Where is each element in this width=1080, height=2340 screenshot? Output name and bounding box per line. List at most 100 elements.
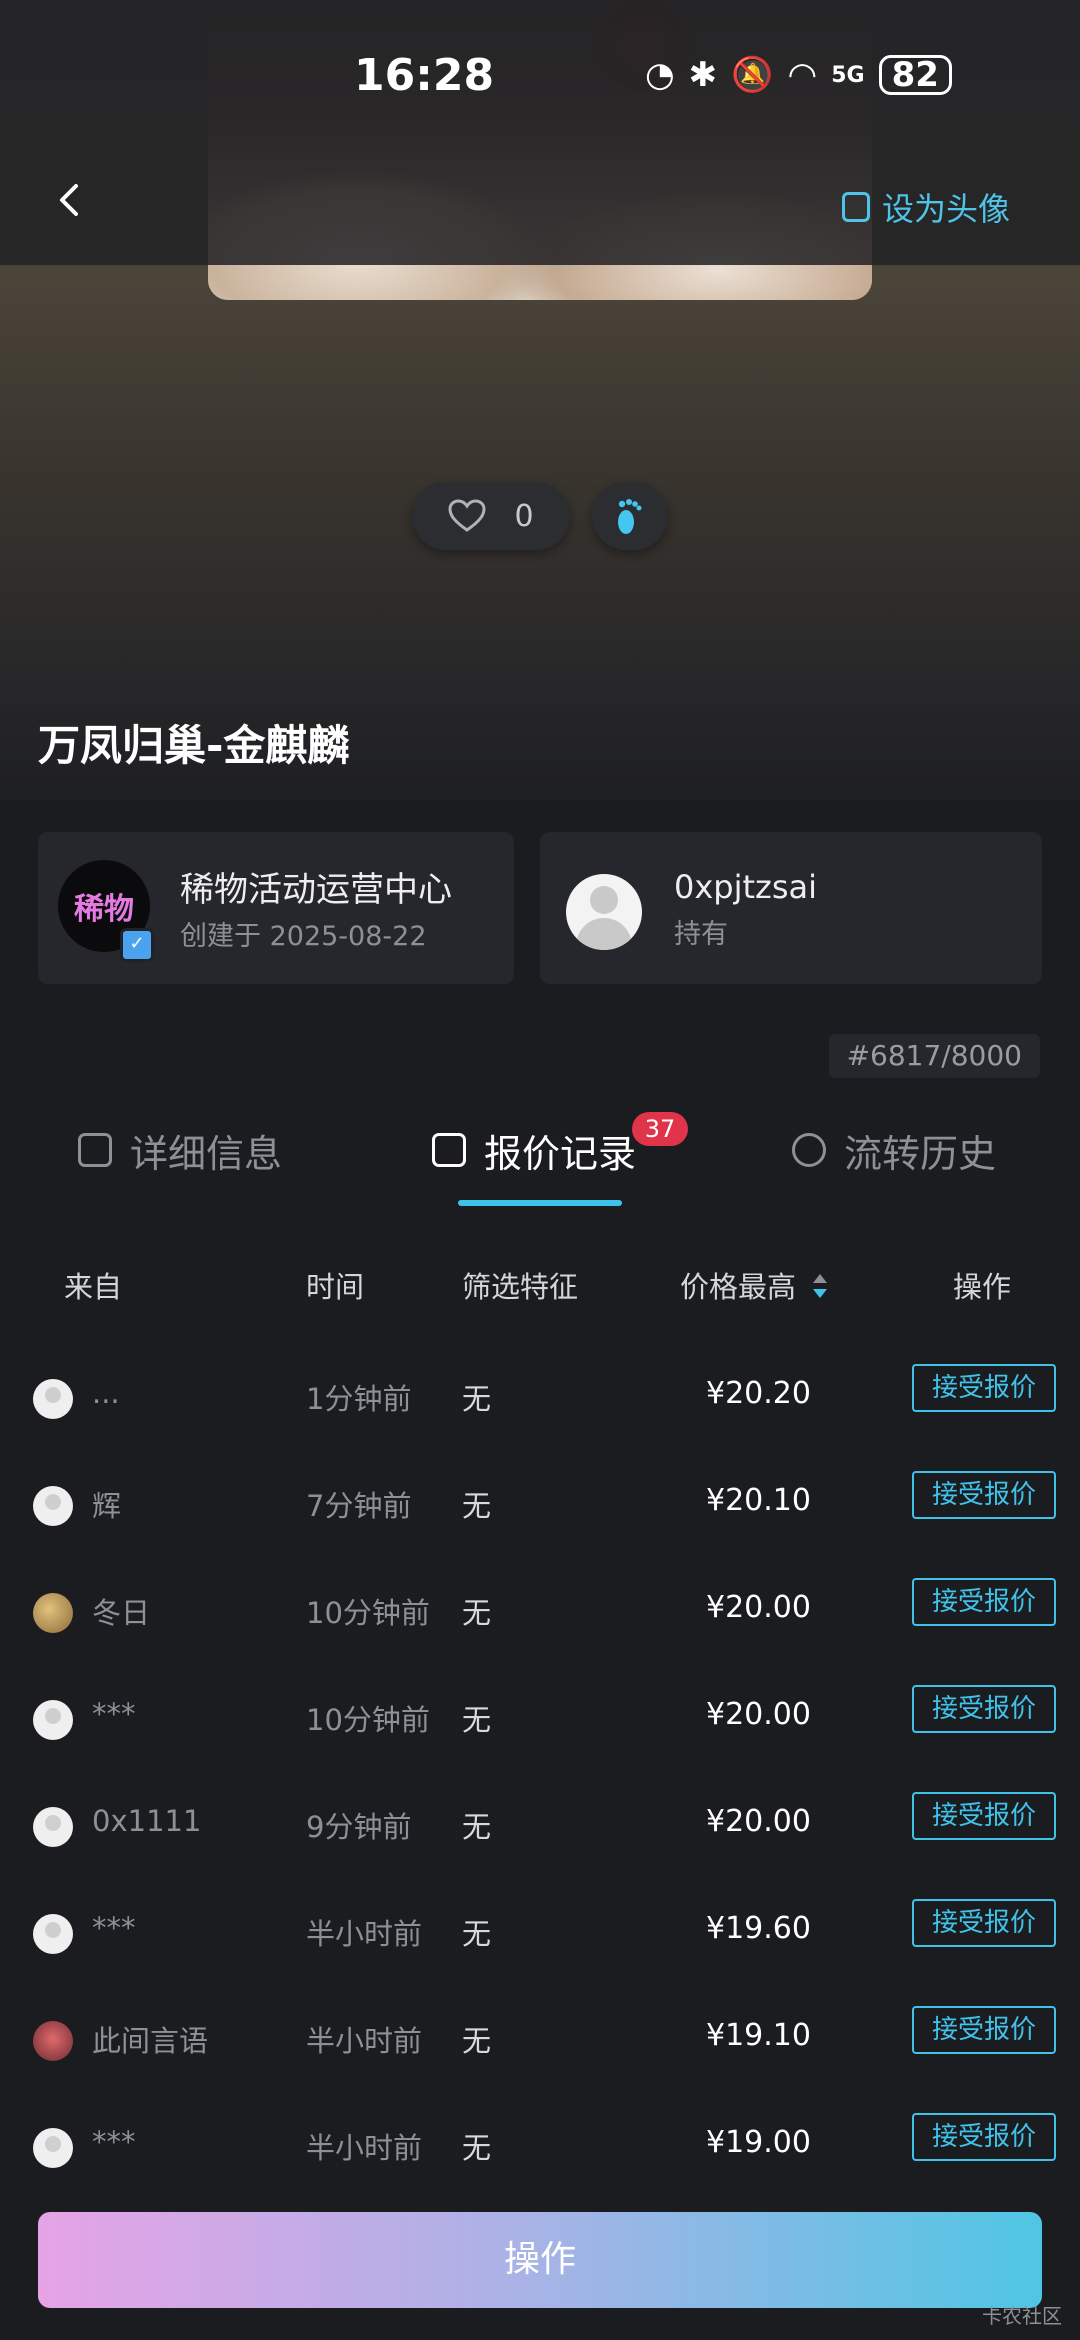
serial-number: #6817/8000	[828, 1034, 1040, 1078]
creator-created-date: 创建于 2025-08-22	[180, 921, 427, 952]
header-feature[interactable]: 筛选特征	[462, 1264, 578, 1306]
offer-price: ¥19.10	[706, 2018, 811, 2053]
header-time: 时间	[306, 1270, 365, 1304]
accept-offer-button[interactable]: 接受报价	[912, 2006, 1056, 2054]
offer-feature: 无	[462, 1596, 492, 1630]
offer-price: ¥20.00	[706, 1590, 811, 1625]
verified-icon: ✓	[120, 928, 154, 962]
tab-bar: 详细信息 报价记录 流转历史	[0, 1110, 1080, 1210]
table-row: 0x1111 9分钟前 无 ¥20.00 接受报价	[0, 1788, 1080, 1895]
offer-price: ¥19.00	[706, 2125, 811, 2160]
owner-status: 持有	[674, 919, 728, 950]
like-count: 0	[514, 498, 534, 534]
bidder-name: ***	[92, 1697, 136, 1731]
offer-price: ¥20.20	[706, 1376, 811, 1411]
tab-history[interactable]: 流转历史	[792, 1110, 996, 1190]
bidder-name: 此间言语	[92, 2024, 209, 2058]
back-button[interactable]	[50, 180, 90, 220]
header-from: 来自	[64, 1270, 123, 1304]
tab-offers-label: 报价记录	[484, 1131, 637, 1176]
watermark: 卡农社区	[982, 2304, 1062, 2328]
set-avatar-label: 设为头像	[881, 190, 1010, 228]
tab-history-label: 流转历史	[844, 1131, 997, 1176]
offer-time: 7分钟前	[306, 1489, 412, 1523]
speed-icon: ◔	[645, 55, 675, 95]
heart-icon	[448, 499, 486, 532]
footprint-icon	[618, 499, 642, 534]
offer-time: 半小时前	[306, 1917, 423, 1951]
accept-offer-button[interactable]: 接受报价	[912, 1899, 1056, 1947]
table-row: 辉 7分钟前 无 ¥20.10 接受报价	[0, 1467, 1080, 1574]
accept-offer-button[interactable]: 接受报价	[912, 1578, 1056, 1626]
table-row: ... 1分钟前 无 ¥20.20 接受报价	[0, 1360, 1080, 1467]
tab-offers[interactable]: 报价记录	[432, 1110, 636, 1190]
offer-feature: 无	[462, 1917, 492, 1951]
chip-icon	[841, 192, 870, 222]
bidder-name: ...	[92, 1376, 120, 1410]
bidder-name: 0x1111	[92, 1804, 202, 1838]
set-avatar-button[interactable]: 设为头像	[841, 184, 1010, 230]
table-row: *** 半小时前 无 ¥19.60 接受报价	[0, 1895, 1080, 2002]
table-row: *** 半小时前 无 ¥19.00 接受报价	[0, 2109, 1080, 2216]
bidder-avatar	[33, 1379, 73, 1419]
bluetooth-icon: ✱	[688, 55, 718, 95]
sort-icon[interactable]	[812, 1272, 828, 1300]
bidder-avatar	[33, 2128, 73, 2168]
accept-offer-button[interactable]: 接受报价	[912, 1792, 1056, 1840]
offer-feature: 无	[462, 1703, 492, 1737]
offer-price: ¥20.10	[706, 1483, 811, 1518]
bidder-name: 冬日	[92, 1596, 151, 1630]
offer-feature: 无	[462, 1382, 492, 1416]
like-button[interactable]: 0	[412, 482, 570, 550]
offer-price: ¥20.00	[706, 1804, 811, 1839]
bidder-name: ***	[92, 2125, 136, 2159]
owner-card[interactable]: 0xpjtzsai 持有	[540, 832, 1042, 984]
offer-price: ¥20.00	[706, 1697, 811, 1732]
offer-time: 10分钟前	[306, 1703, 430, 1737]
accept-offer-button[interactable]: 接受报价	[912, 1685, 1056, 1733]
owner-avatar	[566, 874, 642, 950]
signal-icon: 5G	[831, 62, 865, 88]
offers-count-badge: 37	[632, 1112, 688, 1146]
offer-price: ¥19.60	[706, 1911, 811, 1946]
chevron-left-icon	[60, 184, 78, 216]
yen-chat-icon	[432, 1133, 466, 1167]
offer-feature: 无	[462, 1810, 492, 1844]
mute-icon: 🔕	[731, 55, 774, 95]
accept-offer-button[interactable]: 接受报价	[912, 2113, 1056, 2161]
offer-time: 半小时前	[306, 2024, 423, 2058]
active-tab-indicator	[458, 1200, 622, 1206]
footprint-button[interactable]	[592, 482, 668, 550]
bidder-name: ***	[92, 1911, 136, 1945]
offer-time: 半小时前	[306, 2131, 423, 2165]
bidder-avatar	[33, 1700, 73, 1740]
header-price[interactable]: 价格最高	[680, 1264, 796, 1306]
accept-offer-button[interactable]: 接受报价	[912, 1471, 1056, 1519]
clock-icon	[792, 1133, 826, 1167]
owner-name: 0xpjtzsai	[674, 868, 818, 906]
operate-button[interactable]: 操作	[38, 2212, 1042, 2308]
bidder-avatar	[33, 2021, 73, 2061]
bidder-name: 辉	[92, 1489, 122, 1523]
creator-name: 稀物活动运营中心	[180, 870, 452, 910]
bidder-avatar	[33, 1593, 73, 1633]
battery-icon: 82	[878, 55, 952, 95]
offer-time: 9分钟前	[306, 1810, 412, 1844]
table-row: 冬日 10分钟前 无 ¥20.00 接受报价	[0, 1574, 1080, 1681]
header-action: 操作	[953, 1270, 1012, 1304]
offer-feature: 无	[462, 1489, 492, 1523]
document-icon	[78, 1133, 112, 1167]
status-icons: ◔ ✱ 🔕 ◠ 5G 82	[645, 55, 952, 95]
wifi-icon: ◠	[787, 55, 818, 95]
tab-details-label: 详细信息	[130, 1131, 283, 1176]
page-title: 万凤归巢-金麒麟	[38, 721, 350, 770]
accept-offer-button[interactable]: 接受报价	[912, 1364, 1056, 1412]
offer-feature: 无	[462, 2131, 492, 2165]
bidder-avatar	[33, 1914, 73, 1954]
status-time: 16:28	[354, 50, 495, 101]
table-row: *** 10分钟前 无 ¥20.00 接受报价	[0, 1681, 1080, 1788]
offer-time: 10分钟前	[306, 1596, 430, 1630]
creator-card[interactable]: 稀物 ✓ 稀物活动运营中心 创建于 2025-08-22	[38, 832, 514, 984]
table-row: 此间言语 半小时前 无 ¥19.10 接受报价	[0, 2002, 1080, 2109]
tab-details[interactable]: 详细信息	[78, 1110, 282, 1190]
